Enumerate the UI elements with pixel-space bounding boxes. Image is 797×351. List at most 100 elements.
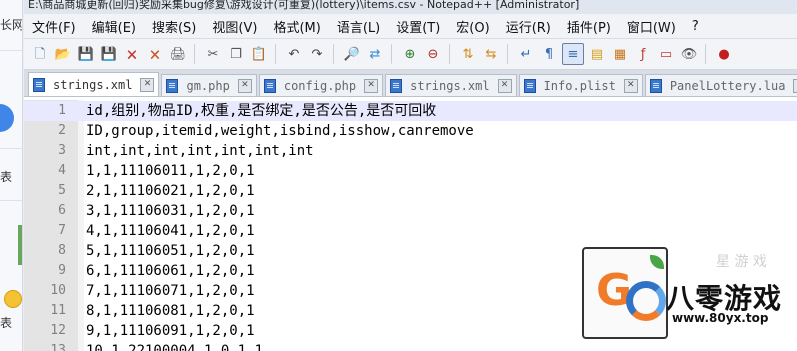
line-text: int,int,int,int,int,int,int xyxy=(86,143,314,159)
paste-icon[interactable]: 📋 xyxy=(249,44,269,64)
close-tab-icon[interactable]: ✕ xyxy=(793,78,797,93)
close-file-icon[interactable]: 🗙 xyxy=(122,44,142,64)
file-icon xyxy=(166,78,179,93)
monitoring-icon[interactable]: 👁 xyxy=(679,44,699,64)
file-tab[interactable]: gm.php ✕ xyxy=(161,74,257,96)
watermark: G 星 游 戏 八零游戏 www.80yx.top xyxy=(576,243,797,339)
emoji-icon xyxy=(4,290,22,308)
new-file-icon[interactable]: 🗋 xyxy=(30,44,50,64)
divider xyxy=(0,200,22,201)
line-number: 10 xyxy=(50,283,66,298)
menu-item[interactable]: 文件(F) xyxy=(24,17,84,36)
zoom-out-icon[interactable]: ⊖ xyxy=(423,44,443,64)
background-window: 长网 表 表 xyxy=(0,0,23,351)
menu-item[interactable]: 窗口(W) xyxy=(619,17,684,36)
menu-bar: 文件(F) 编辑(E) 搜索(S) 视图(V) 格式(M) 语言(L) 设置(T) 宏(O) 运… xyxy=(24,14,797,39)
udl-icon[interactable]: ▤ xyxy=(587,44,607,64)
toolbar-separator xyxy=(449,44,452,64)
close-tab-icon[interactable]: ✕ xyxy=(497,78,512,93)
close-tab-icon[interactable]: ✕ xyxy=(237,78,252,93)
line-text: id,组别,物品ID,权重,是否绑定,是否公告,是否可回收 xyxy=(86,103,437,119)
close-tab-icon[interactable]: ✕ xyxy=(623,78,638,93)
line-number: 2 xyxy=(58,123,66,138)
folder-workspace-icon[interactable]: ▭ xyxy=(656,44,676,64)
file-icon xyxy=(523,78,536,93)
open-file-icon[interactable]: 📂 xyxy=(53,44,73,64)
sync-horizontal-icon[interactable]: ⇆ xyxy=(481,44,501,64)
copy-icon[interactable]: ❐ xyxy=(226,44,246,64)
tab-label: gm.php xyxy=(186,78,230,93)
editor-line[interactable]: 5 2,1,11106021,1,2,0,1 xyxy=(24,181,797,201)
menu-item[interactable]: 语言(L) xyxy=(329,17,388,36)
word-wrap-icon[interactable]: ↵ xyxy=(516,44,536,64)
leaf-icon xyxy=(650,255,664,269)
close-tab-icon[interactable]: ✕ xyxy=(364,78,379,93)
close-all-icon[interactable]: 🗙 xyxy=(145,44,165,64)
menu-item[interactable]: 设置(T) xyxy=(388,17,448,36)
editor-line[interactable]: 2 ID,group,itemid,weight,isbind,isshow,ca… xyxy=(24,121,797,141)
line-number: 7 xyxy=(58,223,66,238)
sync-vertical-icon[interactable]: ⇅ xyxy=(458,44,478,64)
close-tab-icon[interactable]: ✕ xyxy=(140,77,155,92)
toolbar-separator xyxy=(391,44,394,64)
menu-item[interactable]: 编辑(E) xyxy=(84,17,144,36)
menu-item[interactable]: 插件(P) xyxy=(559,17,619,36)
zoom-in-icon[interactable]: ⊕ xyxy=(400,44,420,64)
background-text: 表 xyxy=(0,170,13,184)
editor-line[interactable]: 4 1,1,11106011,1,2,0,1 xyxy=(24,161,797,181)
editor-line[interactable]: 1 id,组别,物品ID,权重,是否绑定,是否公告,是否可回收 xyxy=(24,101,797,121)
line-text: 9,1,11106091,1,2,0,1 xyxy=(86,323,255,339)
save-icon[interactable]: 💾 xyxy=(76,44,96,64)
line-number: 8 xyxy=(58,243,66,258)
file-icon xyxy=(33,77,45,92)
doc-map-icon[interactable]: ▦ xyxy=(610,44,630,64)
indent-guide-icon[interactable]: ≡ xyxy=(562,43,584,65)
line-text: 10,1,22100004,1,0,1,1 xyxy=(86,343,264,351)
line-text: 1,1,11106011,1,2,0,1 xyxy=(86,163,255,179)
background-avatar xyxy=(0,104,14,132)
file-tab[interactable]: PanelLottery.lua ✕ xyxy=(644,74,797,96)
editor-line[interactable]: 3 int,int,int,int,int,int,int xyxy=(24,141,797,161)
menu-item[interactable]: 视图(V) xyxy=(204,17,265,36)
save-all-icon[interactable]: 💾 xyxy=(99,44,119,64)
line-text: 8,1,11106081,1,2,0,1 xyxy=(86,303,255,319)
menu-item[interactable]: 搜索(S) xyxy=(144,17,204,36)
find-icon[interactable]: 🔎 xyxy=(342,44,362,64)
menu-item[interactable]: 格式(M) xyxy=(265,17,328,36)
file-tab[interactable]: config.php ✕ xyxy=(258,74,384,96)
line-text: 3,1,11106031,1,2,0,1 xyxy=(86,203,255,219)
watermark-ghost-text: 星 游 戏 xyxy=(716,254,767,270)
file-tab[interactable]: strings.xml ✕ xyxy=(385,74,517,96)
tab-label: Info.plist xyxy=(543,78,616,93)
editor-line[interactable]: 6 3,1,11106031,1,2,0,1 xyxy=(24,201,797,221)
line-number: 9 xyxy=(58,263,66,278)
toolbar-separator xyxy=(705,44,708,64)
line-text: 6,1,11106061,1,2,0,1 xyxy=(86,263,255,279)
file-icon xyxy=(263,78,276,93)
replace-icon[interactable]: ⇄ xyxy=(365,44,385,64)
undo-icon[interactable]: ↶ xyxy=(284,44,304,64)
file-icon xyxy=(649,78,662,93)
record-macro-icon[interactable]: ● xyxy=(714,44,734,64)
toolbar-separator xyxy=(507,44,510,64)
file-tab[interactable]: strings.xml ✕ xyxy=(28,72,160,96)
file-tab[interactable]: Info.plist ✕ xyxy=(518,74,643,96)
scroll-indicator xyxy=(18,225,22,265)
tab-bar: strings.xml ✕ gm.php ✕ config.php ✕ strings.xm… xyxy=(24,70,797,97)
menu-item[interactable]: ? xyxy=(684,19,707,34)
line-number: 11 xyxy=(50,303,66,318)
show-all-chars-icon[interactable]: ¶ xyxy=(539,44,559,64)
divider xyxy=(0,148,22,149)
redo-icon[interactable]: ↷ xyxy=(307,44,327,64)
line-number: 13 xyxy=(50,343,66,351)
print-icon[interactable]: 🖨 xyxy=(168,44,188,64)
editor-line[interactable]: 13 10,1,22100004,1,0,1,1 xyxy=(24,341,797,351)
menu-item[interactable]: 宏(O) xyxy=(448,17,497,36)
menu-item[interactable]: 运行(R) xyxy=(498,17,559,36)
watermark-logo: G xyxy=(582,247,668,339)
line-text: 7,1,11106071,1,2,0,1 xyxy=(86,283,255,299)
cut-icon[interactable]: ✂ xyxy=(203,44,223,64)
function-list-icon[interactable]: ƒ xyxy=(633,44,653,64)
editor-line[interactable]: 7 4,1,11106041,1,2,0,1 xyxy=(24,221,797,241)
tab-label: config.php xyxy=(283,78,357,93)
